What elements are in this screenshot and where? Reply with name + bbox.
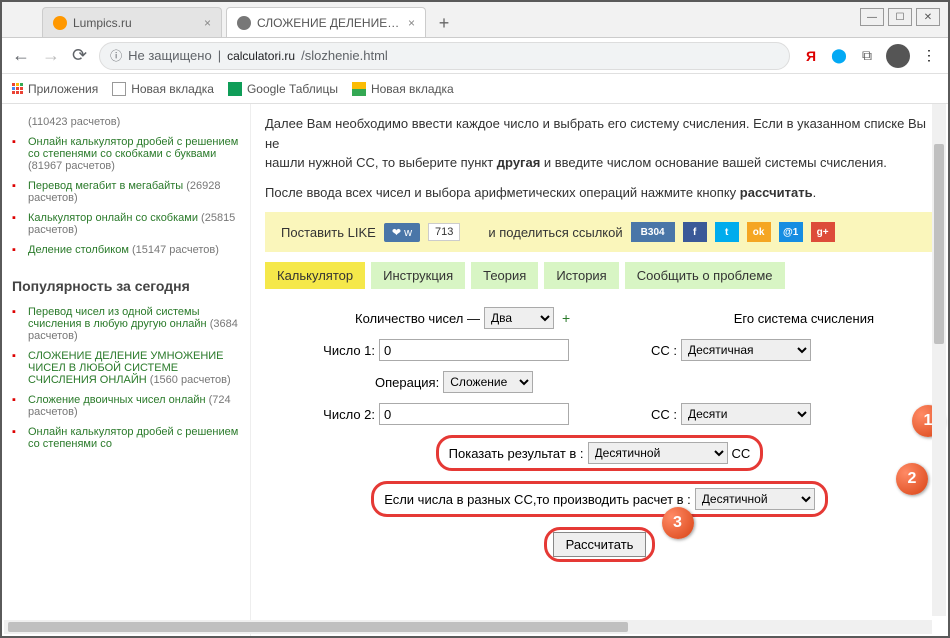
image-icon	[352, 82, 366, 96]
browser-tab-lumpics[interactable]: Lumpics.ru ×	[42, 7, 222, 37]
close-tab-icon[interactable]: ×	[408, 16, 415, 30]
main-content: Далее Вам необходимо ввести каждое число…	[250, 104, 948, 636]
bookmarks-bar: Приложения Новая вкладка Google Таблицы …	[2, 74, 948, 104]
count-select[interactable]: Два	[484, 307, 554, 329]
sidebar-link-item[interactable]: ▪Перевод мегабит в мегабайты (26928 расч…	[12, 176, 240, 208]
close-window-button[interactable]: ✕	[916, 8, 940, 26]
result-suffix: СС	[732, 446, 751, 461]
annotation-badge-2: 2	[896, 463, 928, 495]
sidebar-count: (110423 расчетов)	[12, 112, 240, 132]
sidebar-link-item[interactable]: ▪СЛОЖЕНИЕ ДЕЛЕНИЕ УМНОЖЕНИЕ ЧИСЕЛ В ЛЮБО…	[12, 346, 240, 390]
diff-label: Если числа в разных СС,то производить ра…	[384, 492, 691, 507]
forward-button[interactable]: →	[42, 45, 60, 66]
apps-grid-icon	[12, 83, 23, 94]
gplus-share-button[interactable]: g+	[811, 222, 835, 242]
tab-report[interactable]: Сообщить о проблеме	[625, 262, 785, 289]
toolbar-right: Я ⬤ ⧉ ⋮	[802, 44, 938, 68]
url-path: /slozhenie.html	[301, 48, 388, 63]
vk-share-button[interactable]: В 304	[631, 222, 675, 242]
extension-icon[interactable]: ⬤	[830, 47, 848, 65]
highlight-result: Показать результат в : Десятичной СС	[436, 435, 764, 471]
apps-button[interactable]: Приложения	[12, 82, 98, 96]
cc2-select[interactable]: Десяти	[681, 403, 811, 425]
sidebar-heading: Популярность за сегодня	[12, 278, 240, 294]
calculate-button[interactable]: Рассчитать	[553, 532, 647, 557]
vk-like-button[interactable]: ❤ w	[384, 223, 420, 242]
system-heading: Его система счисления	[734, 311, 874, 326]
like-share-bar: Поставить LIKE ❤ w 713 и поделиться ссыл…	[265, 212, 934, 252]
bookmark-item[interactable]: Новая вкладка	[112, 82, 214, 96]
extension-icon[interactable]: Я	[802, 47, 820, 65]
sidebar-link-item[interactable]: ▪Онлайн калькулятор дробей с решением со…	[12, 132, 240, 176]
like-label: Поставить LIKE	[281, 225, 376, 240]
highlight-calc: Рассчитать	[544, 527, 656, 562]
browser-tab-calculatori[interactable]: СЛОЖЕНИЕ ДЕЛЕНИЕ УМНОЖЕ ×	[226, 7, 426, 37]
not-secure-label: Не защищено	[128, 48, 212, 63]
sidebar-link-item[interactable]: ▪Деление столбиком (15147 расчетов)	[12, 240, 240, 260]
num1-label: Число 1:	[265, 343, 375, 358]
url-separator: |	[218, 48, 221, 63]
sidebar-link-item[interactable]: ▪Онлайн калькулятор дробей с решением со…	[12, 422, 240, 454]
sidebar: (110423 расчетов) ▪Онлайн калькулятор др…	[2, 104, 250, 636]
instruction-paragraph: Далее Вам необходимо ввести каждое число…	[265, 114, 934, 173]
add-number-button[interactable]: +	[562, 310, 570, 326]
like-count: 713	[428, 223, 460, 241]
menu-icon[interactable]: ⋮	[920, 47, 938, 65]
page-content: (110423 расчетов) ▪Онлайн калькулятор др…	[2, 104, 948, 636]
favicon-icon	[237, 16, 251, 30]
num2-label: Число 2:	[265, 407, 375, 422]
tab-title: Lumpics.ru	[73, 16, 198, 30]
highlight-diff: Если числа в разных СС,то производить ра…	[371, 481, 828, 517]
back-button[interactable]: ←	[12, 45, 30, 66]
url-input[interactable]: ⓘ Не защищено | calculatori.ru/slozhenie…	[99, 42, 790, 70]
diff-select[interactable]: Десятичной	[695, 488, 815, 510]
operation-label: Операция:	[375, 375, 439, 390]
count-label: Количество чисел —	[355, 311, 480, 326]
sidebar-link-item[interactable]: ▪Перевод чисел из одной системы счислени…	[12, 302, 240, 346]
tab-history[interactable]: История	[544, 262, 618, 289]
maximize-button[interactable]: ☐	[888, 8, 912, 26]
reload-button[interactable]: ⟳	[72, 45, 87, 66]
favicon-icon	[53, 16, 67, 30]
cc1-label: СС :	[627, 343, 677, 358]
bookmark-item[interactable]: Google Таблицы	[228, 82, 338, 96]
result-label: Показать результат в :	[449, 446, 584, 461]
url-domain: calculatori.ru	[227, 49, 295, 63]
tab-calculator[interactable]: Калькулятор	[265, 262, 365, 289]
calculator-form: Количество чисел — Два + Его система счи…	[265, 303, 934, 576]
tw-share-button[interactable]: t	[715, 222, 739, 242]
tab-theory[interactable]: Теория	[471, 262, 538, 289]
page-icon	[112, 82, 126, 96]
content-tabs: Калькулятор Инструкция Теория История Со…	[265, 262, 934, 289]
sidebar-link-item[interactable]: ▪Калькулятор онлайн со скобками (25815 р…	[12, 208, 240, 240]
instruction-paragraph: После ввода всех чисел и выбора арифмети…	[265, 183, 934, 203]
window-controls: — ☐ ✕	[860, 8, 940, 26]
cc2-label: СС :	[627, 407, 677, 422]
share-label: и поделиться ссылкой	[488, 225, 622, 240]
tab-title: СЛОЖЕНИЕ ДЕЛЕНИЕ УМНОЖЕ	[257, 16, 402, 30]
sidebar-link-item[interactable]: ▪Сложение двоичных чисел онлайн (724 рас…	[12, 390, 240, 422]
cc1-select[interactable]: Десятичная	[681, 339, 811, 361]
minimize-button[interactable]: —	[860, 8, 884, 26]
profile-avatar[interactable]	[886, 44, 910, 68]
num1-input[interactable]	[379, 339, 569, 361]
tab-instruction[interactable]: Инструкция	[371, 262, 465, 289]
result-select[interactable]: Десятичной	[588, 442, 728, 464]
ok-share-button[interactable]: ok	[747, 222, 771, 242]
sheets-icon	[228, 82, 242, 96]
mail-share-button[interactable]: @1	[779, 222, 803, 242]
new-tab-button[interactable]: +	[430, 9, 458, 37]
info-icon: ⓘ	[110, 47, 122, 64]
operation-select[interactable]: Сложение	[443, 371, 533, 393]
num2-input[interactable]	[379, 403, 569, 425]
fb-share-button[interactable]: f	[683, 222, 707, 242]
horizontal-scrollbar[interactable]	[4, 620, 932, 634]
screenshot-icon[interactable]: ⧉	[858, 47, 876, 65]
bookmark-item[interactable]: Новая вкладка	[352, 82, 454, 96]
browser-tabs-bar: Lumpics.ru × СЛОЖЕНИЕ ДЕЛЕНИЕ УМНОЖЕ × +	[2, 2, 948, 38]
address-bar: ← → ⟳ ⓘ Не защищено | calculatori.ru/slo…	[2, 38, 948, 74]
vertical-scrollbar[interactable]	[932, 104, 946, 616]
close-tab-icon[interactable]: ×	[204, 16, 211, 30]
annotation-badge-3: 3	[662, 507, 694, 539]
